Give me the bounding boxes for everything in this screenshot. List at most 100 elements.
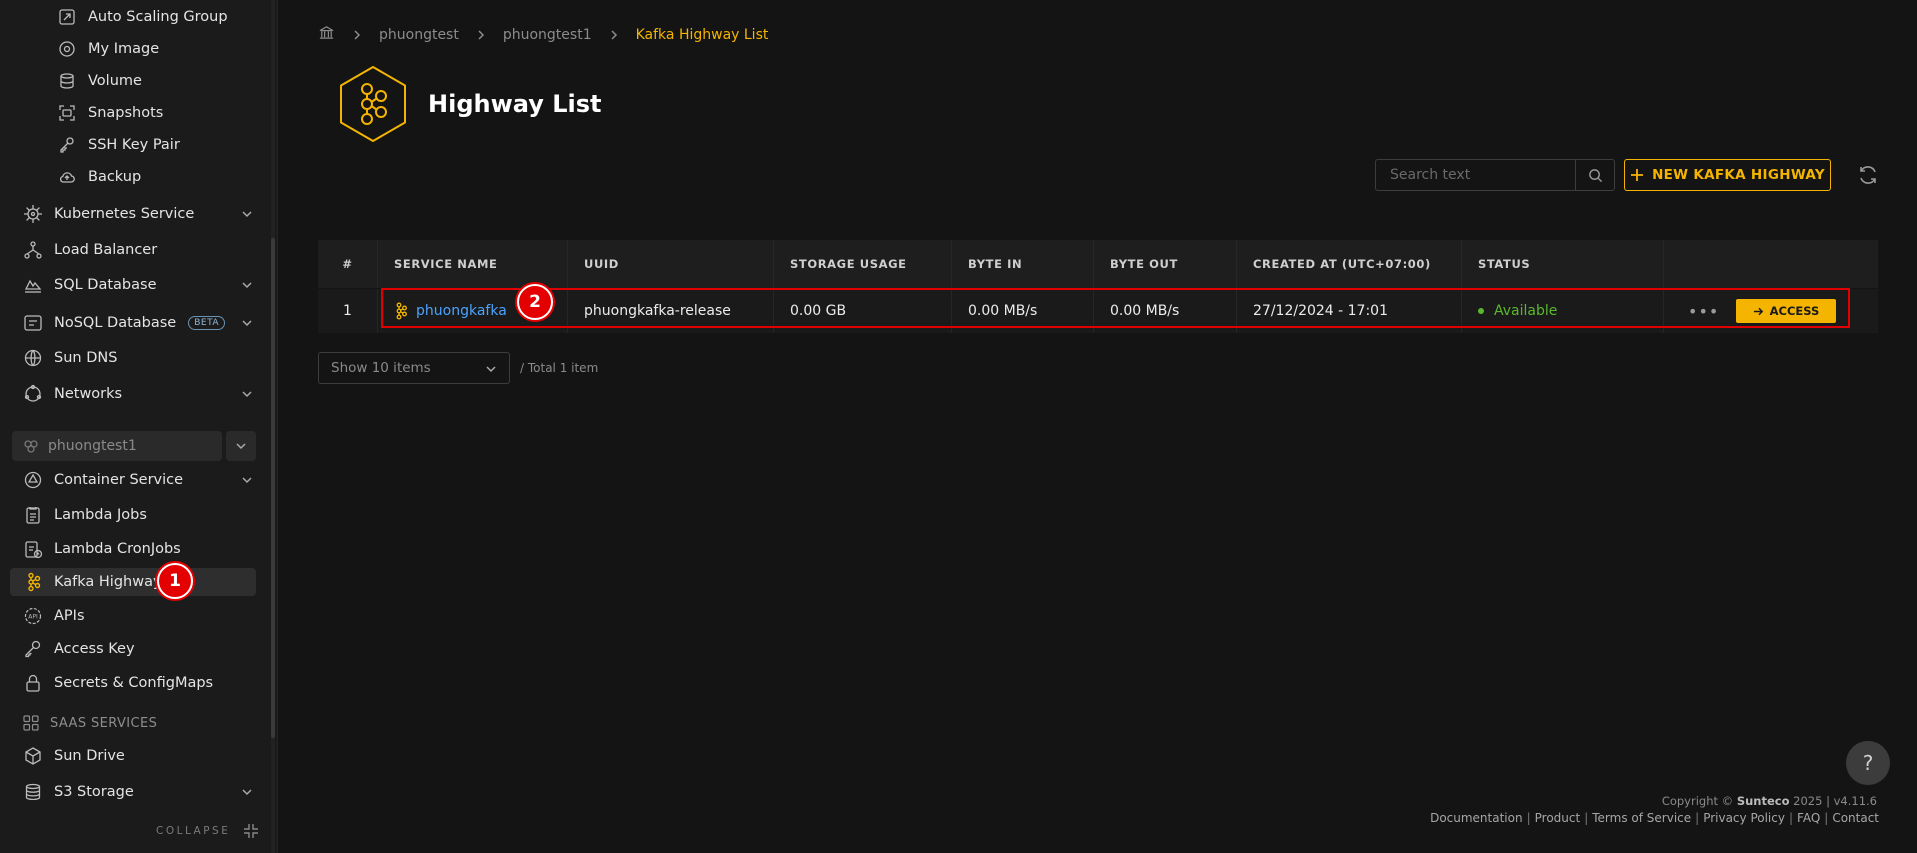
copyright: Copyright © Sunteco 2025 | v4.11.6 — [1661, 794, 1877, 808]
sidebar-item-kubernetes-service[interactable]: Kubernetes Service — [10, 200, 256, 228]
search-button[interactable] — [1575, 160, 1614, 190]
status-dot — [1478, 308, 1484, 314]
uuid-cell: phuongkafka-release — [568, 289, 774, 333]
search-icon — [1588, 168, 1602, 182]
column-header: SERVICE NAME — [378, 240, 568, 288]
grid-icon — [22, 714, 40, 732]
footer-link-terms[interactable]: Terms of Service — [1592, 811, 1691, 825]
globe-icon — [22, 347, 44, 369]
sidebar-item-label: Container Service — [54, 472, 184, 488]
sidebar-item-lambda-jobs[interactable]: Lambda Jobs — [10, 501, 256, 529]
chevron-right-icon — [351, 29, 363, 41]
sidebar-item-snapshots[interactable]: Snapshots — [10, 99, 256, 127]
refresh-icon — [1860, 166, 1876, 184]
column-header: BYTE IN — [952, 240, 1094, 288]
cloud-backup-icon — [56, 166, 78, 188]
project-icon — [22, 437, 40, 455]
kafka-icon — [396, 302, 407, 320]
page-size-select[interactable]: Show 10 items — [318, 352, 510, 384]
storage-usage-cell: 0.00 GB — [774, 289, 952, 333]
footer-link-faq[interactable]: FAQ — [1797, 811, 1820, 825]
sidebar: Auto Scaling Group My Image Volume Snaps… — [0, 0, 278, 853]
sidebar-item-label: S3 Storage — [54, 784, 134, 800]
breadcrumb-link[interactable]: phuongtest1 — [503, 27, 592, 43]
footer-link-privacy[interactable]: Privacy Policy — [1703, 811, 1785, 825]
breadcrumb: phuongtest phuongtest1 Kafka Highway Lis… — [318, 24, 768, 45]
sidebar-item-label: Auto Scaling Group — [88, 9, 228, 25]
container-icon — [22, 469, 44, 491]
main-content: phuongtest phuongtest1 Kafka Highway Lis… — [278, 0, 1917, 853]
step-marker-2: 2 — [517, 284, 553, 320]
sidebar-item-label: Load Balancer — [54, 242, 158, 258]
sidebar-item-label: SQL Database — [54, 277, 157, 293]
byte-out-cell: 0.00 MB/s — [1094, 289, 1237, 333]
scrollbar-thumb[interactable] — [271, 238, 275, 738]
sidebar-item-container-service[interactable]: Container Service — [10, 466, 256, 494]
image-icon — [56, 38, 78, 60]
svg-text:API: API — [28, 614, 38, 621]
scaling-icon — [56, 6, 78, 28]
sidebar-item-s3-storage[interactable]: S3 Storage — [10, 778, 256, 800]
sidebar-item-label: NoSQL Database — [54, 315, 177, 331]
column-header: STORAGE USAGE — [774, 240, 952, 288]
sidebar-item-volume[interactable]: Volume — [10, 67, 256, 95]
service-name-link[interactable]: phuongkafka — [416, 303, 507, 319]
sidebar-item-nosql-database[interactable]: NoSQL Database BETA — [10, 309, 256, 337]
chevron-down-icon — [240, 316, 254, 334]
chevron-down-icon — [240, 207, 254, 225]
project-dropdown-button[interactable] — [226, 431, 256, 461]
access-button[interactable]: ACCESS — [1736, 299, 1836, 323]
search-input[interactable] — [1376, 160, 1575, 190]
total-items: / Total 1 item — [520, 361, 599, 375]
refresh-button[interactable] — [1856, 163, 1880, 187]
new-kafka-highway-button[interactable]: NEW KAFKA HIGHWAY — [1624, 159, 1831, 191]
column-header: CREATED AT (UTC+07:00) — [1237, 240, 1462, 288]
sidebar-item-label: Lambda CronJobs — [54, 541, 181, 557]
footer-link-documentation[interactable]: Documentation — [1430, 811, 1523, 825]
sidebar-item-sun-dns[interactable]: Sun DNS — [10, 344, 256, 372]
breadcrumb-link[interactable]: phuongtest — [379, 27, 459, 43]
chevron-down-icon — [236, 443, 246, 450]
helm-icon — [22, 203, 44, 225]
row-index: 1 — [318, 289, 378, 333]
sidebar-item-sun-drive[interactable]: Sun Drive — [10, 742, 256, 770]
breadcrumb-current: Kafka Highway List — [635, 26, 769, 43]
more-options-icon[interactable]: ••• — [1688, 302, 1718, 321]
nosql-icon — [22, 312, 44, 334]
help-button[interactable]: ? — [1846, 741, 1890, 785]
sidebar-item-label: Lambda Jobs — [54, 507, 147, 523]
chevron-down-icon — [240, 785, 254, 800]
sidebar-item-sql-database[interactable]: SQL Database — [10, 271, 256, 299]
beta-badge: BETA — [188, 316, 226, 330]
sidebar-scrollbar[interactable] — [271, 0, 275, 853]
sidebar-item-access-key[interactable]: Access Key — [10, 635, 256, 663]
footer-link-contact[interactable]: Contact — [1832, 811, 1879, 825]
project-name: phuongtest1 — [48, 438, 137, 454]
chevron-right-icon — [475, 29, 487, 41]
footer-link-product[interactable]: Product — [1535, 811, 1581, 825]
sidebar-item-my-image[interactable]: My Image — [10, 35, 256, 63]
sidebar-item-label: My Image — [88, 41, 160, 57]
cronjobs-icon — [22, 538, 44, 560]
box-icon — [22, 745, 44, 767]
sidebar-item-apis[interactable]: API APIs — [10, 602, 256, 630]
sidebar-item-networks[interactable]: Networks — [10, 380, 256, 408]
byte-in-cell: 0.00 MB/s — [952, 289, 1094, 333]
sidebar-item-kafka-highway[interactable]: Kafka Highway — [10, 568, 256, 596]
sidebar-item-secrets-configmaps[interactable]: Secrets & ConfigMaps — [10, 669, 256, 697]
status-cell: Available — [1462, 289, 1664, 333]
project-selector[interactable]: phuongtest1 — [12, 431, 222, 461]
search-box — [1375, 159, 1615, 191]
pagination: Show 10 items / Total 1 item — [318, 352, 598, 384]
sidebar-item-backup[interactable]: Backup — [10, 163, 256, 191]
sidebar-item-lambda-cronjobs[interactable]: Lambda CronJobs — [10, 535, 256, 563]
sidebar-item-auto-scaling-group[interactable]: Auto Scaling Group — [10, 3, 256, 31]
key-icon — [22, 638, 44, 660]
sidebar-item-ssh-key-pair[interactable]: SSH Key Pair — [10, 131, 256, 159]
storage-icon — [22, 781, 44, 800]
sidebar-menu: Auto Scaling Group My Image Volume Snaps… — [0, 0, 270, 800]
sidebar-item-load-balancer[interactable]: Load Balancer — [10, 236, 256, 264]
home-icon[interactable] — [318, 24, 335, 45]
column-header: # — [318, 240, 378, 288]
collapse-button[interactable]: COLLAPSE — [156, 822, 260, 840]
